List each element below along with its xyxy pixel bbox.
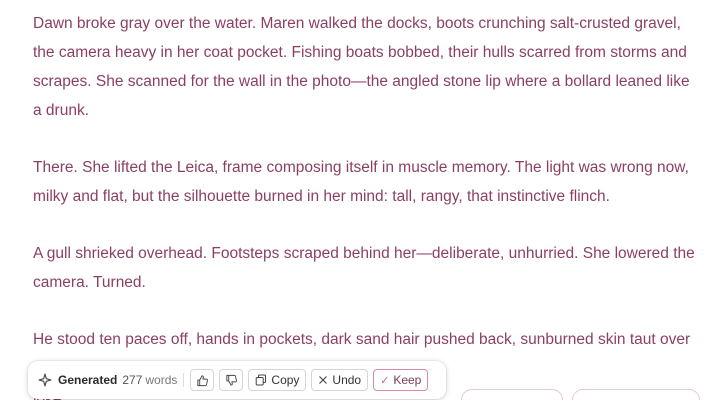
toolbar-divider: [183, 373, 185, 387]
story-text: Dawn broke gray over the water. Maren wa…: [33, 9, 701, 400]
keep-button[interactable]: ✓ Keep: [373, 369, 429, 391]
check-icon: ✓: [380, 374, 390, 387]
keep-label: Keep: [393, 373, 422, 387]
thumbs-up-icon: [196, 374, 209, 387]
copy-button[interactable]: Copy: [248, 369, 307, 391]
generated-label: Generated: [58, 373, 118, 387]
sparkle-icon: [38, 373, 52, 387]
suggestion-pill[interactable]: [572, 389, 700, 400]
close-icon: [318, 375, 328, 385]
undo-button[interactable]: Undo: [311, 369, 369, 391]
suggestion-pill[interactable]: [461, 389, 563, 400]
thumbs-down-icon: [225, 374, 238, 387]
copy-label: Copy: [271, 373, 300, 387]
story-paragraph: A gull shrieked overhead. Footsteps scra…: [33, 245, 695, 291]
story-paragraph: There. She lifted the Leica, frame compo…: [33, 159, 689, 205]
word-count: 277: [122, 373, 143, 387]
generation-toolbar: Generated 277 words Copy Undo ✓ Keep: [28, 361, 446, 399]
copy-icon: [255, 374, 267, 386]
thumbs-down-button[interactable]: [219, 369, 244, 391]
word-count-unit: words: [145, 373, 178, 387]
story-paragraph: Dawn broke gray over the water. Maren wa…: [33, 15, 690, 119]
undo-label: Undo: [332, 373, 362, 387]
thumbs-up-button[interactable]: [190, 369, 215, 391]
